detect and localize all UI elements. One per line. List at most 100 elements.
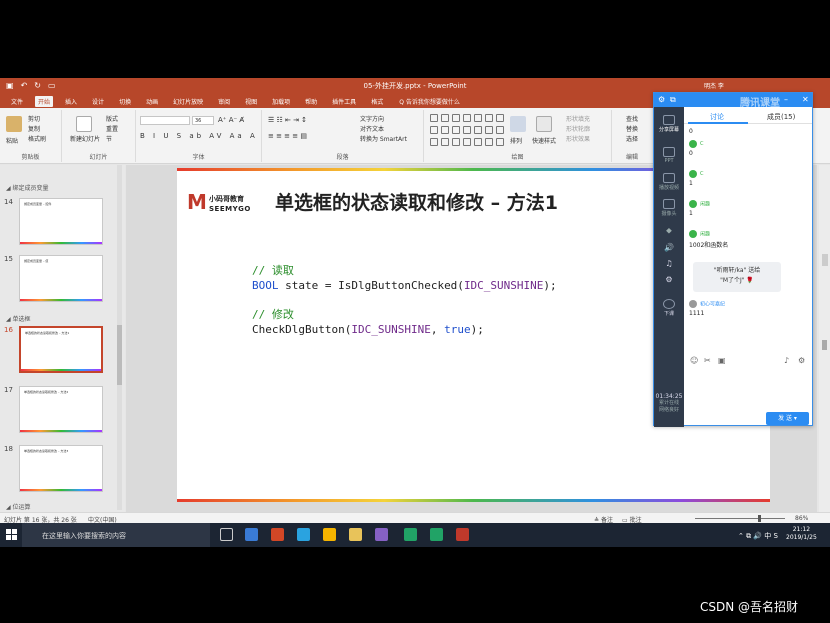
- scroll-thumb[interactable]: [822, 340, 827, 350]
- quick-styles-button[interactable]: 快速样式: [532, 136, 556, 145]
- smartart-button[interactable]: 转换为 SmartArt: [360, 134, 407, 143]
- section-button[interactable]: 节: [106, 134, 112, 143]
- tab-animations[interactable]: 动画: [143, 96, 161, 107]
- speaker-icon[interactable]: 🔊: [654, 243, 684, 252]
- mic-icon[interactable]: ⯁: [654, 227, 684, 237]
- tencent-window-icon[interactable]: ⧉: [670, 95, 676, 105]
- slide-thumbnail-15[interactable]: 绑定成员变量 – 值: [19, 255, 103, 302]
- tab-transitions[interactable]: 切换: [116, 96, 134, 107]
- shape-effects-button[interactable]: 形状效果: [566, 134, 590, 143]
- tencent-menu-icon[interactable]: ⚙: [658, 95, 665, 104]
- chat-settings-icon[interactable]: ⚙: [798, 356, 805, 365]
- powerpoint-taskbar-icon[interactable]: [271, 528, 284, 541]
- align-text-button[interactable]: 对齐文本: [360, 124, 384, 133]
- layout-button[interactable]: 版式: [106, 114, 118, 123]
- scissors-icon[interactable]: ✂: [704, 356, 711, 365]
- tab-plugin-tools[interactable]: 插件工具: [329, 96, 359, 107]
- tab-file[interactable]: 文件: [8, 96, 26, 107]
- taskbar-app-icon[interactable]: [404, 528, 417, 541]
- system-tray[interactable]: ⌃ ⧉ 🔊 中 S: [738, 531, 778, 541]
- visual-studio-icon[interactable]: [375, 528, 388, 541]
- tab-members[interactable]: 成员(15): [767, 112, 795, 122]
- tab-slideshow[interactable]: 幻灯片放映: [170, 96, 206, 107]
- send-button[interactable]: 发 送 ▾: [766, 412, 809, 425]
- task-view-icon[interactable]: [220, 528, 233, 541]
- tab-discussion[interactable]: 讨论: [710, 112, 724, 122]
- slide-thumbnail-14[interactable]: 绑定成员变量 – 控件: [19, 198, 103, 245]
- reset-button[interactable]: 重置: [106, 124, 118, 133]
- user-name[interactable]: 明杰 李: [704, 81, 724, 90]
- windows-start-icon[interactable]: [6, 529, 17, 540]
- paste-button[interactable]: 粘贴: [6, 136, 18, 145]
- share-screen-button[interactable]: 分享屏幕: [654, 115, 684, 133]
- image-icon[interactable]: ▣: [718, 356, 726, 365]
- tab-design[interactable]: 设计: [89, 96, 107, 107]
- zoom-slider[interactable]: [695, 518, 785, 519]
- section-header[interactable]: ◢ 单选框: [6, 314, 31, 323]
- section-header[interactable]: ◢ 位运算: [6, 502, 31, 511]
- align-buttons[interactable]: ≡ ≡ ≡ ≡ ▤: [268, 132, 307, 140]
- shapes-gallery[interactable]: [430, 114, 504, 148]
- tell-me-search[interactable]: Q 告诉我你想要做什么: [399, 97, 460, 106]
- close-icon[interactable]: ✕: [802, 95, 809, 104]
- minimize-icon[interactable]: –: [784, 95, 788, 104]
- tab-insert[interactable]: 插入: [62, 96, 80, 107]
- scroll-thumb[interactable]: [117, 325, 122, 385]
- paste-icon[interactable]: [6, 116, 22, 132]
- font-size-combo[interactable]: 36: [192, 116, 214, 125]
- zoom-slider-knob[interactable]: [758, 515, 761, 522]
- taskbar-clock[interactable]: 21:12 2019/1/25: [786, 526, 817, 542]
- file-explorer-icon[interactable]: [349, 528, 362, 541]
- emoji-icon[interactable]: ☺: [690, 356, 698, 365]
- tab-review[interactable]: 审阅: [215, 96, 233, 107]
- shape-outline-button[interactable]: 形状轮廓: [566, 124, 590, 133]
- select-button[interactable]: 选择: [626, 134, 638, 143]
- tab-help[interactable]: 帮助: [302, 96, 320, 107]
- font-name-combo[interactable]: [140, 116, 190, 125]
- tab-home[interactable]: 开始: [35, 95, 54, 107]
- taskbar-app-icon[interactable]: [456, 528, 469, 541]
- chat-input[interactable]: [685, 368, 811, 408]
- arrange-icon[interactable]: [510, 116, 526, 132]
- ppt-button[interactable]: PPT: [654, 147, 684, 164]
- taskbar-app-icon[interactable]: [297, 528, 310, 541]
- bell-icon[interactable]: ♪: [784, 356, 789, 365]
- taskbar-app-icon[interactable]: [323, 528, 336, 541]
- camera-button[interactable]: 摄像头: [654, 199, 684, 217]
- zoom-level[interactable]: 86%: [795, 515, 808, 522]
- ime-indicator[interactable]: 中: [764, 532, 771, 540]
- editor-scrollbar[interactable]: [819, 165, 830, 512]
- taskbar-app-icon[interactable]: [245, 528, 258, 541]
- taskbar-search-box[interactable]: 在这里输入你要搜索的内容: [22, 523, 210, 547]
- clock-time: 21:12: [792, 526, 811, 533]
- font-grow-icon[interactable]: A⁺ A⁻ A̸: [218, 116, 244, 124]
- format-painter-button[interactable]: 格式刷: [28, 134, 46, 143]
- end-class-button[interactable]: 下课: [654, 299, 684, 317]
- font-style-buttons[interactable]: B I U S ab AV Aa A: [140, 132, 258, 140]
- tab-addins[interactable]: 加载项: [269, 96, 293, 107]
- arrange-button[interactable]: 排列: [510, 136, 522, 145]
- play-video-button[interactable]: 播放视频: [654, 173, 684, 191]
- thumbnails-scrollbar[interactable]: [117, 165, 122, 510]
- slide-thumbnail-17[interactable]: 单选框的状态读取和修改 – 方法2: [19, 386, 103, 433]
- music-icon[interactable]: ♫: [654, 259, 684, 268]
- taskbar-app-icon[interactable]: [430, 528, 443, 541]
- section-header[interactable]: ◢ 绑定成员变量: [6, 183, 49, 192]
- new-slide-icon[interactable]: [76, 116, 92, 132]
- list-buttons[interactable]: ☰ ☷ ⇤ ⇥ ↕: [268, 116, 307, 124]
- cut-button[interactable]: 剪切: [28, 114, 40, 123]
- replace-button[interactable]: 替换: [626, 124, 638, 133]
- shape-fill-button[interactable]: 形状填充: [566, 114, 590, 123]
- status-bar: 幻灯片 第 16 张，共 26 张 中文(中国) ≜ 备注 ▭ 批注 86%: [0, 512, 830, 524]
- settings-icon[interactable]: ⚙: [654, 275, 684, 284]
- quick-styles-icon[interactable]: [536, 116, 552, 132]
- right-scroll-indicator[interactable]: [822, 254, 828, 266]
- tab-format[interactable]: 格式: [368, 96, 386, 107]
- copy-button[interactable]: 复制: [28, 124, 40, 133]
- new-slide-button[interactable]: 新建幻灯片: [70, 136, 100, 143]
- slide-thumbnail-16[interactable]: 单选框的状态读取和修改 – 方法1: [19, 326, 103, 373]
- tab-view[interactable]: 视图: [242, 96, 260, 107]
- find-button[interactable]: 查找: [626, 114, 638, 123]
- text-direction-button[interactable]: 文字方向: [360, 114, 384, 123]
- slide-thumbnail-18[interactable]: 单选框的状态读取和修改 – 方法3: [19, 445, 103, 492]
